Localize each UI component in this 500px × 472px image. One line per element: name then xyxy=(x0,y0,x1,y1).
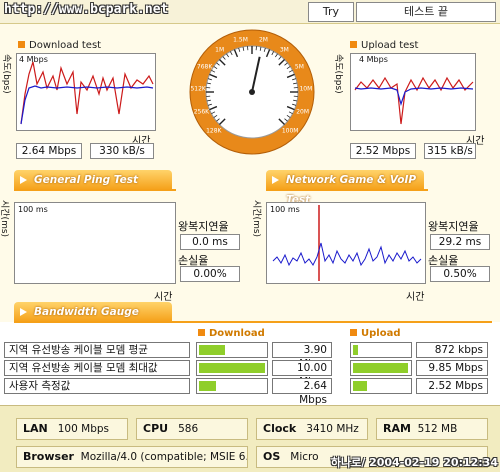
download-bar xyxy=(199,363,265,373)
upload-bar xyxy=(353,381,367,391)
bandwidth-row-label: 사용자 측정값 xyxy=(4,378,190,394)
download-value: 2.64 Mbps xyxy=(272,378,332,406)
capture-stamp: 하나로/ 2004-02-19 20:12:34 xyxy=(330,456,498,469)
download-graph: 4 Mbps xyxy=(16,53,156,131)
tab-general-ping[interactable]: General Ping Test xyxy=(14,170,172,190)
download-title: Download test xyxy=(18,40,101,51)
gauge-label: 256K xyxy=(194,108,210,115)
gauge-label: 512K xyxy=(190,86,206,93)
ping-rtt-value: 0.0 ms xyxy=(180,234,240,250)
game-xlabel: 시간 xyxy=(406,292,425,303)
bandwidth-row-label: 지역 유선방송 케이블 모뎀 평균 xyxy=(4,342,190,358)
gauge-label: 1M xyxy=(215,46,224,53)
game-rtt-value: 29.2 ms xyxy=(430,234,490,250)
download-mbps: 2.64 Mbps xyxy=(16,143,82,159)
ping-ymax: 100 ms xyxy=(18,205,48,214)
gauge-label: 768K xyxy=(197,64,213,71)
download-value: 3.90 Mbps xyxy=(272,342,332,370)
download-bar-cell xyxy=(196,360,268,376)
download-value: 10.00 Mbps xyxy=(272,360,332,388)
ping-graph: 100 ms xyxy=(14,202,176,284)
download-plot xyxy=(20,61,154,125)
gauge-label: 20M xyxy=(296,108,309,115)
download-ylabel: 속도(bps) xyxy=(1,54,11,94)
try-again-button[interactable]: Try again xyxy=(308,2,354,36)
gauge-label: 10M xyxy=(299,86,312,93)
browser-info: Browser Mozilla/4.0 (compatible; MSIE 6.… xyxy=(16,446,248,468)
upload-title: Upload test xyxy=(350,40,418,51)
download-bar-cell xyxy=(196,342,268,358)
arrow-icon xyxy=(20,176,27,184)
ping-ylabel: 시간(ms) xyxy=(0,200,9,238)
upload-ylabel: 속도(bps) xyxy=(333,54,343,94)
gauge-label: 3M xyxy=(280,46,289,53)
upload-graph: 4 Mbps xyxy=(350,53,476,131)
download-upload-line xyxy=(20,61,154,125)
download-kbs: 330 kB/s xyxy=(90,143,154,159)
bullet-icon xyxy=(350,329,357,336)
gauge-label: 128K xyxy=(206,128,222,135)
ping-tab-underline xyxy=(14,189,176,191)
upload-value: 872 kbps xyxy=(416,342,488,358)
test-end-button[interactable]: 테스트 끝 xyxy=(356,2,496,22)
gauge-label: 100M xyxy=(282,128,299,135)
game-rtt-label: 왕복지연율 xyxy=(428,220,479,233)
site-url: http://www.bcpark.net xyxy=(4,2,169,17)
gauge-label: 2M xyxy=(259,37,268,44)
download-bar-cell xyxy=(196,378,268,394)
arrow-icon xyxy=(272,176,279,184)
download-bar xyxy=(199,345,225,355)
lan-info: LAN 100 Mbps xyxy=(16,418,128,440)
game-graph: 100 ms xyxy=(266,202,426,284)
upload-blue-line xyxy=(354,87,474,107)
clock-info: Clock 3410 MHz xyxy=(256,418,368,440)
upload-plot xyxy=(354,76,474,125)
download-speed-line xyxy=(20,85,154,125)
gauge-label: 5M xyxy=(295,64,304,71)
upload-bar-cell xyxy=(350,342,412,358)
bullet-icon xyxy=(18,41,25,48)
game-latency-line xyxy=(272,242,422,267)
cpu-info: CPU 586 xyxy=(136,418,248,440)
ping-xlabel: 시간 xyxy=(154,292,173,303)
bandwidth-download-header: Download xyxy=(198,328,265,339)
upload-bar xyxy=(353,363,408,373)
download-bar xyxy=(199,381,216,391)
ping-loss-value: 0.00% xyxy=(180,266,240,282)
tab-network-game-voip[interactable]: Network Game & VoIP Test xyxy=(266,170,424,206)
ram-info: RAM 512 MB xyxy=(376,418,488,440)
game-tab-underline xyxy=(266,189,428,191)
bandwidth-row-label: 지역 유선방송 케이블 모뎀 최대값 xyxy=(4,360,190,376)
arrow-icon xyxy=(20,308,27,316)
upload-value: 2.52 Mbps xyxy=(416,378,488,394)
ping-rtt-label: 왕복지연율 xyxy=(178,220,229,233)
gauge-hub xyxy=(249,89,255,95)
upload-mbps: 2.52 Mbps xyxy=(350,143,416,159)
upload-kbs: 315 kB/s xyxy=(424,143,476,159)
upload-bar-cell xyxy=(350,378,412,394)
game-ylabel: 시간(ms) xyxy=(251,200,261,238)
bandwidth-upload-header: Upload xyxy=(350,328,400,339)
tab-bandwidth-gauge[interactable]: Bandwidth Gauge xyxy=(14,302,172,322)
gauge-label: 1.5M xyxy=(233,37,248,44)
upload-red-line xyxy=(354,76,474,125)
bullet-icon xyxy=(350,41,357,48)
game-loss-value: 0.50% xyxy=(430,266,490,282)
upload-bar xyxy=(353,345,358,355)
upload-bar-cell xyxy=(350,360,412,376)
bandwidth-tab-underline xyxy=(14,321,492,323)
speed-gauge: 128K 256K 512K 768K 1M 1.5M 2M 3M 5M 10M 20M 100M xyxy=(189,29,315,155)
bullet-icon xyxy=(198,329,205,336)
game-plot xyxy=(272,205,422,281)
upload-value: 9.85 Mbps xyxy=(416,360,488,376)
